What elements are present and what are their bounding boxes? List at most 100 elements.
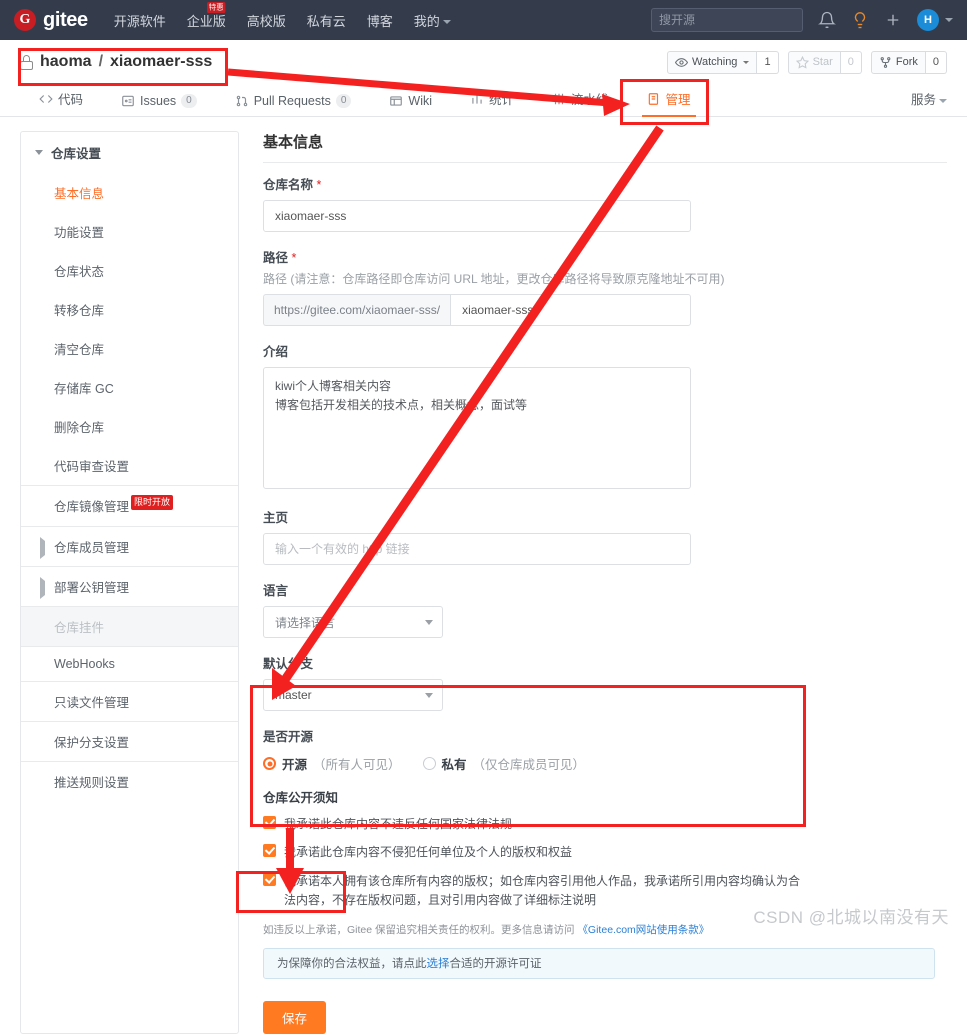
tab-manage[interactable]: 管理 bbox=[628, 89, 710, 117]
sidebar-item-basic-info[interactable]: 基本信息 bbox=[21, 173, 238, 212]
repo-owner[interactable]: haoma bbox=[40, 53, 92, 71]
pr-icon bbox=[236, 95, 247, 107]
sidebar-item-label: WebHooks bbox=[54, 657, 115, 671]
sidebar-item-label: 代码审查设置 bbox=[54, 460, 130, 474]
field-homepage: 主页 bbox=[263, 507, 947, 565]
chevron-down-icon bbox=[945, 18, 953, 22]
plus-icon[interactable] bbox=[884, 11, 902, 29]
tab-wiki[interactable]: Wiki bbox=[370, 94, 451, 116]
terms-link[interactable]: 《Gitee.com网站使用条款》 bbox=[577, 924, 709, 936]
repo-name-label: 仓库名称 * bbox=[263, 174, 947, 193]
radio-public[interactable]: 开源 （所有人可见） bbox=[263, 754, 401, 773]
star-button[interactable]: Star bbox=[787, 50, 841, 74]
chevron-down-icon bbox=[425, 693, 433, 698]
fork-button[interactable]: Fork bbox=[870, 50, 926, 74]
sidebar-item-label: 推送规则设置 bbox=[54, 776, 130, 790]
tab-pipeline[interactable]: 流水线 bbox=[533, 89, 628, 116]
checkbox-copyright-ownership[interactable] bbox=[263, 872, 276, 886]
path-hint: 路径 (请注意：仓库路径即仓库访问 URL 地址，更改仓库路径将导致原克隆地址不… bbox=[263, 272, 725, 286]
sidebar-item-mirror-management[interactable]: 仓库镜像管理 限时开放 bbox=[21, 485, 238, 526]
sidebar-item-storage-gc[interactable]: 存储库 GC bbox=[21, 368, 238, 407]
sidebar-item-readonly-files[interactable]: 只读文件管理 bbox=[21, 681, 238, 721]
top-nav-item-4[interactable]: 博客 bbox=[367, 11, 393, 30]
checkbox-row-0[interactable]: 我承诺此仓库内容不违反任何国家法律法规 bbox=[263, 815, 947, 834]
sidebar-item-code-review-settings[interactable]: 代码审查设置 bbox=[21, 446, 238, 485]
sidebar-item-push-rules[interactable]: 推送规则设置 bbox=[21, 761, 238, 801]
tab-label: 流水线 bbox=[571, 93, 609, 107]
sidebar-item-label: 删除仓库 bbox=[54, 421, 105, 435]
bell-icon[interactable] bbox=[818, 11, 836, 29]
sidebar-item-member-management[interactable]: 仓库成员管理 bbox=[21, 526, 238, 566]
license-choose-link[interactable]: 选择 bbox=[427, 955, 450, 971]
top-nav-item-5[interactable]: 我的 bbox=[414, 11, 451, 30]
search-input[interactable] bbox=[651, 8, 803, 32]
gitee-logo-text: gitee bbox=[43, 8, 88, 31]
top-nav-label: 我的 bbox=[413, 13, 440, 29]
checkbox-no-infringement[interactable] bbox=[263, 844, 276, 858]
wiki-icon bbox=[390, 96, 403, 106]
tab-code[interactable]: 代码 bbox=[20, 89, 102, 116]
sidebar-item-protected-branches[interactable]: 保护分支设置 bbox=[21, 721, 238, 761]
path-input[interactable] bbox=[450, 294, 691, 326]
user-menu[interactable]: H bbox=[917, 9, 953, 31]
repo-name-input[interactable] bbox=[263, 200, 691, 232]
save-button[interactable]: 保存 bbox=[263, 1000, 327, 1034]
checkbox-label: 我承诺本人拥有该仓库所有内容的版权；如仓库内容引用他人作品，我承诺所引用内容均确… bbox=[284, 873, 801, 908]
path-label: 路径 * bbox=[263, 247, 947, 266]
tab-pull-requests[interactable]: Pull Requests 0 bbox=[216, 94, 371, 116]
radio-public-indicator bbox=[263, 757, 276, 770]
fork-button-group[interactable]: Fork 0 bbox=[870, 50, 947, 74]
sidebar-item-label: 保护分支设置 bbox=[54, 736, 130, 750]
star-button-group[interactable]: Star 0 bbox=[787, 50, 862, 74]
chevron-right-icon bbox=[40, 577, 45, 599]
chevron-down-icon bbox=[743, 60, 750, 64]
watch-count: 1 bbox=[757, 50, 779, 74]
tab-issues[interactable]: Issues 0 bbox=[102, 94, 216, 116]
tab-statistics[interactable]: 统计 bbox=[451, 89, 533, 116]
watch-button-group[interactable]: Watching 1 bbox=[666, 50, 779, 74]
sidebar-item-deploy-key-management[interactable]: 部署公钥管理 bbox=[21, 566, 238, 606]
sidebar-item-webhooks[interactable]: WebHooks bbox=[21, 646, 238, 681]
sidebar-group-label: 仓库设置 bbox=[51, 147, 102, 161]
homepage-label: 主页 bbox=[263, 511, 289, 525]
sidebar-item-repo-status[interactable]: 仓库状态 bbox=[21, 251, 238, 290]
top-nav-item-2[interactable]: 高校版 bbox=[247, 11, 286, 30]
lightbulb-icon[interactable] bbox=[851, 11, 869, 29]
top-nav-item-0[interactable]: 开源软件 bbox=[114, 11, 166, 30]
top-nav-item-3[interactable]: 私有云 bbox=[307, 11, 346, 30]
radio-public-note: （所有人可见） bbox=[313, 758, 401, 772]
sidebar-item-clear-repo[interactable]: 清空仓库 bbox=[21, 329, 238, 368]
sidebar-item-label: 转移仓库 bbox=[54, 304, 105, 318]
homepage-input[interactable] bbox=[263, 533, 691, 565]
intro-textarea[interactable]: kiwi个人博客相关内容 博客包括开发相关的技术点，相关概念，面试等 bbox=[263, 367, 691, 489]
checkbox-row-1[interactable]: 我承诺此仓库内容不侵犯任何单位及个人的版权和权益 bbox=[263, 843, 947, 862]
gitee-logo[interactable]: G gitee bbox=[14, 9, 88, 32]
path-label-text: 路径 bbox=[263, 251, 289, 265]
tab-service[interactable]: 服务 bbox=[911, 89, 947, 116]
field-repo-name: 仓库名称 * bbox=[263, 174, 947, 232]
repo-name[interactable]: xiaomaer-sss bbox=[110, 53, 212, 71]
watch-button[interactable]: Watching bbox=[666, 50, 758, 74]
chevron-right-icon bbox=[40, 537, 45, 559]
default-branch-select[interactable]: master bbox=[263, 679, 443, 711]
settings-main: 基本信息 仓库名称 * 路径 * 路径 (请注意：仓库路径即仓库访问 URL 地… bbox=[253, 131, 947, 1034]
sidebar-item-transfer-repo[interactable]: 转移仓库 bbox=[21, 290, 238, 329]
field-language: 语言 请选择语言 bbox=[263, 580, 947, 638]
tab-label: 管理 bbox=[665, 93, 691, 107]
license-notice-before: 为保障你的合法权益，请点此 bbox=[277, 958, 427, 971]
checkbox-law-compliance[interactable] bbox=[263, 816, 276, 829]
top-nav-label: 高校版 bbox=[246, 13, 286, 29]
chevron-down-icon bbox=[425, 620, 433, 625]
sidebar-item-label: 基本信息 bbox=[54, 187, 105, 201]
top-nav-label: 博客 bbox=[366, 13, 393, 29]
default-branch-select-wrap: master bbox=[263, 679, 443, 711]
sidebar-group-repo-settings[interactable]: 仓库设置 bbox=[21, 132, 238, 173]
path-prefix: https://gitee.com/xiaomaer-sss/ bbox=[263, 294, 451, 326]
fork-label: Fork bbox=[895, 56, 918, 68]
sidebar-item-feature-settings[interactable]: 功能设置 bbox=[21, 212, 238, 251]
watch-label: Watching bbox=[691, 56, 738, 68]
language-select[interactable]: 请选择语言 bbox=[263, 606, 443, 638]
sidebar-item-delete-repo[interactable]: 删除仓库 bbox=[21, 407, 238, 446]
top-nav-item-1[interactable]: 企业版 特惠 bbox=[187, 1, 226, 30]
radio-private[interactable]: 私有 （仅仓库成员可见） bbox=[422, 754, 585, 773]
